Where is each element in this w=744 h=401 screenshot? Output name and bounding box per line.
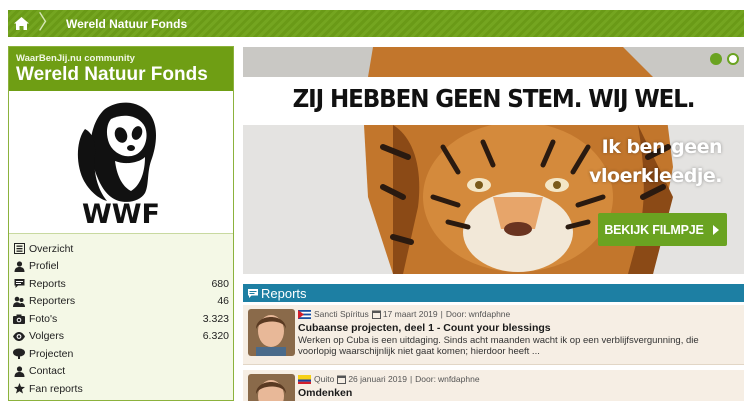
slider-dots xyxy=(710,53,744,65)
sidebar-item-count: 46 xyxy=(217,295,229,308)
breadcrumb-separator-icon: 〉 xyxy=(38,12,58,34)
watch-video-label: BEKIJK FILMPJE xyxy=(604,222,704,237)
wwf-logo[interactable]: WWF xyxy=(9,91,233,233)
sidebar-item-profiel[interactable]: Profiel xyxy=(13,258,229,276)
report-item[interactable]: Quito 26 januari 2019 | Door: wnfdaphne … xyxy=(243,370,744,401)
sidebar-item-label: Foto's xyxy=(29,312,58,325)
reports-header: Reports xyxy=(243,284,744,302)
report-excerpt: Werken op Cuba is een uitdaging. Sinds a… xyxy=(298,335,699,357)
ecuador-flag-icon xyxy=(298,374,311,384)
tree-icon xyxy=(13,348,25,360)
sidebar-item-label: Profiel xyxy=(29,260,59,273)
slider-dot-active[interactable] xyxy=(710,53,722,65)
report-title[interactable]: Omdenken xyxy=(298,387,352,399)
breadcrumb-current[interactable]: Wereld Natuur Fonds xyxy=(66,17,187,31)
report-item[interactable]: Sancti Spíritus 17 maart 2019 | Door: wn… xyxy=(243,305,744,365)
report-place[interactable]: Quito xyxy=(314,374,334,384)
sidebar-item-label: Contact xyxy=(29,365,66,378)
sidebar-item-reporters[interactable]: Reporters 46 xyxy=(13,293,229,311)
report-place[interactable]: Sancti Spíritus xyxy=(314,309,369,319)
sidebar-header: WaarBenJij.nu community Wereld Natuur Fo… xyxy=(9,47,233,91)
banner-side-text-line1: Ik ben geen xyxy=(601,136,723,158)
slider-dot[interactable] xyxy=(727,53,739,65)
sidebar-item-fotos[interactable]: Foto's 3.323 xyxy=(13,310,229,328)
cuba-flag-icon xyxy=(298,309,311,319)
sidebar-item-volgers[interactable]: Volgers 6.320 xyxy=(13,328,229,346)
report-meta: Quito 26 januari 2019 | Door: wnfdaphne xyxy=(298,374,480,384)
star-icon xyxy=(13,383,25,395)
meta-divider: | xyxy=(440,309,443,319)
calendar-icon xyxy=(337,375,347,384)
sidebar-item-label: Fan reports xyxy=(29,382,83,395)
sidebar-item-count: 3.323 xyxy=(202,312,229,325)
comment-icon xyxy=(247,288,259,299)
calendar-icon xyxy=(371,310,381,319)
report-meta: Sancti Spíritus 17 maart 2019 | Door: wn… xyxy=(298,309,510,319)
sidebar-item-fan-reports[interactable]: Fan reports xyxy=(13,380,229,398)
list-icon xyxy=(13,243,25,255)
report-author[interactable]: wnfdaphne xyxy=(469,309,511,319)
campaign-banner[interactable]: ZIJ HEBBEN GEEN STEM. WIJ WEL. Ik ben ge… xyxy=(243,47,744,274)
camera-icon xyxy=(13,313,25,325)
report-author-avatar[interactable] xyxy=(248,309,295,356)
report-date: 17 maart 2019 xyxy=(382,309,438,319)
report-author-prefix: Door: xyxy=(445,309,467,319)
meta-divider: | xyxy=(409,374,413,384)
sidebar-item-count: 680 xyxy=(211,277,229,290)
sidebar-item-label: Reports xyxy=(29,277,66,290)
users-icon xyxy=(13,295,25,307)
comment-icon xyxy=(13,278,25,290)
home-icon[interactable] xyxy=(10,10,32,37)
sidebar-item-overzicht[interactable]: Overzicht xyxy=(13,240,229,258)
community-title[interactable]: Wereld Natuur Fonds xyxy=(16,64,226,85)
sidebar: WaarBenJij.nu community Wereld Natuur Fo… xyxy=(8,46,234,401)
reports-section: Reports Sancti Spíritus 17 maart 2019 | … xyxy=(243,284,744,401)
report-author-prefix: Door: xyxy=(415,374,436,384)
report-author-avatar[interactable] xyxy=(248,374,295,401)
banner-side-text-line2: vloerkleedje. xyxy=(589,165,722,187)
community-label[interactable]: WaarBenJij.nu community xyxy=(16,53,226,64)
sidebar-nav: Overzicht Profiel Reports 680 Reporters … xyxy=(9,233,233,400)
breadcrumb-bar: 〉 Wereld Natuur Fonds xyxy=(8,10,744,37)
wwf-logo-text: WWF xyxy=(82,199,160,230)
sidebar-item-label: Reporters xyxy=(29,295,76,308)
sidebar-item-label: Projecten xyxy=(29,347,74,360)
eye-icon xyxy=(13,330,25,342)
banner-slogan: ZIJ HEBBEN GEEN STEM. WIJ WEL. xyxy=(292,84,696,113)
play-arrow-icon xyxy=(712,224,719,235)
sidebar-item-label: Volgers xyxy=(29,330,65,343)
sidebar-item-projecten[interactable]: Projecten xyxy=(13,345,229,363)
watch-video-button[interactable]: BEKIJK FILMPJE xyxy=(598,213,727,246)
contact-icon xyxy=(13,365,25,377)
report-date: 26 januari 2019 xyxy=(348,374,407,384)
reports-heading: Reports xyxy=(261,285,307,301)
sidebar-item-count: 6.320 xyxy=(202,330,229,343)
banner-side-text: Ik ben geen vloerkleedje. xyxy=(589,133,722,191)
sidebar-item-contact[interactable]: Contact xyxy=(13,363,229,381)
sidebar-item-label: Overzicht xyxy=(29,242,74,255)
sidebar-item-reports[interactable]: Reports 680 xyxy=(13,275,229,293)
report-author[interactable]: wnfdaphne xyxy=(438,374,480,384)
report-title[interactable]: Cubaanse projecten, deel 1 - Count your … xyxy=(298,322,551,334)
user-icon xyxy=(13,260,25,272)
